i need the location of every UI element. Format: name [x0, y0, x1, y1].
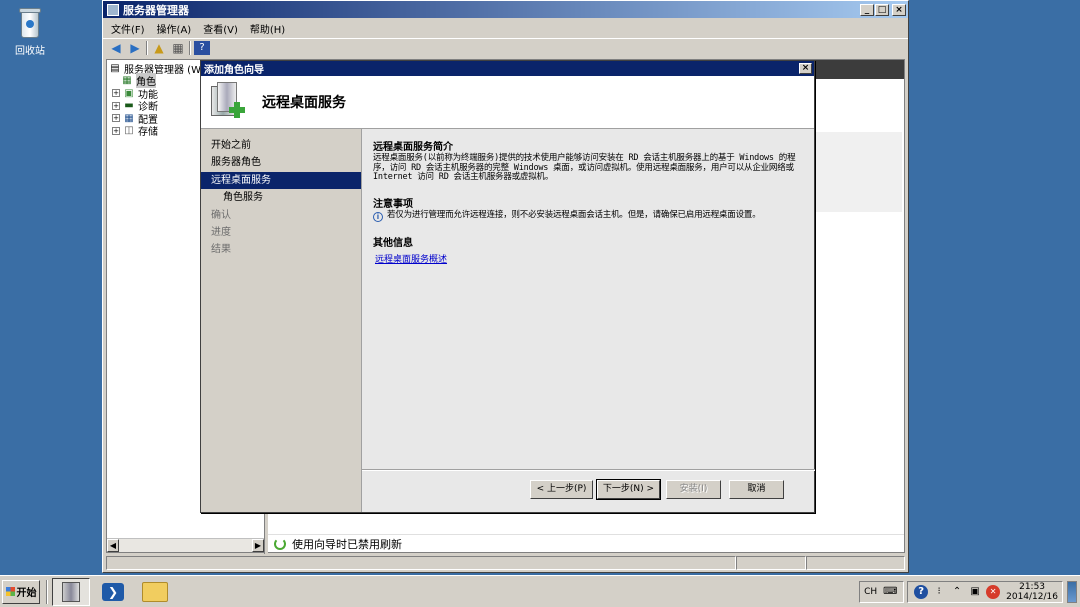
toolbar: ◀ ▶ ▲ ▦ ?: [103, 38, 908, 56]
recycle-bin-shortcut[interactable]: 回收站: [10, 6, 50, 57]
rds-overview-link[interactable]: 远程桌面服务概述: [375, 255, 447, 265]
step-results: 结果: [211, 244, 231, 256]
input-language-box[interactable]: CH ⌨: [859, 580, 905, 603]
storage-icon: ◫: [124, 125, 134, 137]
refresh-status: 使用向导时已禁用刷新: [268, 534, 904, 552]
recycle-bin-label: 回收站: [15, 46, 45, 57]
maximize-button[interactable]: □: [875, 3, 889, 16]
scroll-right-icon[interactable]: ▶: [252, 539, 264, 552]
server-manager-icon: [107, 3, 119, 16]
notification-area: ? ⁝ ⌃ ▣ ✕ 21:53 2014/12/16: [907, 580, 1063, 603]
windows-logo-icon: [5, 587, 15, 596]
note-text: 若仅为进行管理而允许远程连接，则不必安装远程桌面会话主机。但是，请确保已启用远程…: [387, 209, 761, 220]
server-manager-node-icon: ▤: [110, 62, 120, 74]
expand-icon[interactable]: +: [112, 89, 120, 98]
close-button[interactable]: ×: [892, 3, 906, 16]
start-label: 开始: [16, 588, 37, 599]
intro-text: 远程桌面服务(以前称为终端服务)提供的技术使用户能够访问安装在 RD 会话主机服…: [373, 153, 796, 182]
clock[interactable]: 21:53 2014/12/16: [1006, 582, 1058, 602]
expand-icon[interactable]: +: [112, 126, 120, 135]
network-icon[interactable]: ▣: [968, 585, 982, 599]
diagnostics-icon: ▬: [124, 100, 134, 112]
menu-bar: 文件(F) 操作(A) 查看(V) 帮助(H): [103, 18, 908, 38]
show-desktop-button[interactable]: [1067, 580, 1077, 603]
wizard-buttons: < 上一步(P) 下一步(N) > 安装(I) 取消: [530, 479, 784, 500]
scroll-left-icon[interactable]: ◀: [107, 539, 119, 552]
wizard-title: 添加角色向导: [204, 65, 264, 76]
minimize-button[interactable]: _: [860, 3, 874, 16]
wizard-content: 远程桌面服务简介 远程桌面服务(以前称为终端服务)提供的技术使用户能够访问安装在…: [361, 129, 815, 512]
console-tree-icon[interactable]: ▦: [170, 41, 186, 55]
input-language: CH: [864, 586, 878, 597]
start-button[interactable]: 开始: [2, 579, 40, 604]
step-remote-desktop-services[interactable]: 远程桌面服务: [201, 171, 361, 190]
volume-muted-icon[interactable]: ✕: [986, 584, 1001, 599]
intro-heading: 远程桌面服务简介: [373, 142, 453, 153]
taskbar-powershell[interactable]: ❯: [94, 578, 132, 606]
features-icon: ▣: [124, 87, 134, 99]
menu-help[interactable]: 帮助(H): [250, 21, 285, 36]
recycle-bin-icon: [17, 6, 43, 40]
refresh-icon: [274, 537, 286, 550]
step-confirmation: 确认: [211, 209, 231, 221]
options-tray-icon[interactable]: ⁝: [932, 585, 946, 599]
wizard-close-button[interactable]: ×: [799, 63, 812, 74]
help-icon[interactable]: ?: [194, 40, 210, 55]
show-hidden-icons-icon[interactable]: ⌃: [950, 585, 964, 599]
menu-file[interactable]: 文件(F): [111, 21, 145, 36]
taskbar-server-manager[interactable]: [52, 577, 90, 606]
wizard-steps: 开始之前 服务器角色 远程桌面服务 角色服务 确认 进度 结果: [201, 129, 361, 512]
expand-icon[interactable]: +: [112, 114, 120, 123]
taskbar: 开始 ❯ CH ⌨ ? ⁝ ⌃ ▣ ✕ 21:53 2014/12/16: [0, 575, 1080, 607]
help-tray-icon[interactable]: ?: [914, 584, 929, 599]
expand-icon[interactable]: +: [112, 101, 120, 110]
configuration-icon: ▦: [124, 112, 134, 124]
step-role-services[interactable]: 角色服务: [201, 189, 361, 206]
clock-date: 2014/12/16: [1006, 591, 1058, 602]
remote-desktop-role-icon: [211, 82, 245, 122]
button-separator: [362, 469, 815, 471]
back-button[interactable]: < 上一步(P): [530, 480, 593, 499]
up-folder-icon[interactable]: ▲: [151, 41, 167, 55]
taskbar-explorer[interactable]: [136, 578, 174, 606]
wizard-header: 远程桌面服务: [201, 76, 814, 129]
menu-action[interactable]: 操作(A): [157, 21, 192, 36]
next-button[interactable]: 下一步(N) >: [596, 479, 661, 500]
wizard-page-title: 远程桌面服务: [262, 95, 346, 111]
clock-time: 21:53: [1019, 581, 1046, 592]
install-button: 安装(I): [666, 480, 721, 499]
menu-view[interactable]: 查看(V): [203, 21, 238, 36]
refresh-status-text: 使用向导时已禁用刷新: [292, 537, 402, 551]
back-arrow-icon[interactable]: ◀: [108, 41, 124, 55]
powershell-icon: ❯: [102, 582, 124, 601]
server-manager-titlebar[interactable]: 服务器管理器 _ □ ×: [103, 1, 908, 18]
info-icon: i: [373, 211, 383, 222]
step-progress: 进度: [211, 226, 231, 238]
window-title: 服务器管理器: [123, 3, 189, 17]
tree-horizontal-scrollbar[interactable]: ◀ ▶: [107, 538, 264, 552]
system-tray: CH ⌨ ? ⁝ ⌃ ▣ ✕ 21:53 2014/12/16: [859, 579, 1077, 605]
folder-icon: [142, 581, 168, 602]
wizard-titlebar[interactable]: 添加角色向导 ×: [201, 61, 814, 76]
cancel-button[interactable]: 取消: [729, 480, 784, 499]
step-before-you-begin[interactable]: 开始之前: [201, 137, 361, 154]
note-item: i 若仅为进行管理而允许远程连接，则不必安装远程桌面会话主机。但是，请确保已启用…: [373, 209, 803, 222]
keyboard-icon[interactable]: ⌨: [883, 585, 897, 599]
notes-heading: 注意事项: [373, 198, 413, 210]
roles-icon: ▦: [122, 75, 132, 87]
step-server-roles[interactable]: 服务器角色: [201, 154, 361, 171]
server-manager-taskbar-icon: [62, 581, 80, 602]
more-info-heading: 其他信息: [373, 237, 413, 249]
status-bar: [106, 556, 905, 570]
add-roles-wizard-dialog: 添加角色向导 × 远程桌面服务 开始之前 服务器角色 远程桌面服务 角色服务 确…: [200, 60, 815, 513]
forward-arrow-icon[interactable]: ▶: [127, 41, 143, 55]
